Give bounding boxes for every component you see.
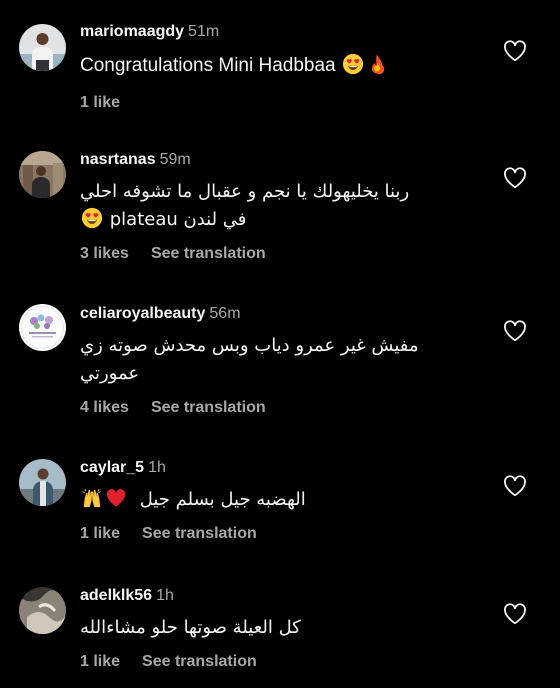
heart-eyes-emoji-icon xyxy=(81,207,103,229)
likes-count-link[interactable]: 3 likes xyxy=(80,245,129,262)
avatar[interactable] xyxy=(19,459,66,506)
comment-actions: 1 like xyxy=(80,93,480,113)
comment-meta: nasrtanas 59m xyxy=(80,150,480,170)
comment-text-line: ربنا يخليهولك يا نجم و عقبال ما تشوفه اح… xyxy=(80,181,410,202)
like-heart-icon[interactable] xyxy=(503,167,527,189)
comment-text-body: Congratulations Mini Hadbbaa xyxy=(80,55,336,76)
username-link[interactable]: caylar_5 xyxy=(80,459,144,476)
username-link[interactable]: nasrtanas xyxy=(80,151,156,168)
avatar[interactable] xyxy=(19,151,66,198)
username-link[interactable]: celiaroyalbeauty xyxy=(80,305,205,322)
username-link[interactable]: adelklk56 xyxy=(80,587,152,604)
comment-timestamp: 1h xyxy=(148,459,166,476)
username-link[interactable]: mariomaagdy xyxy=(80,23,184,40)
comment-text: كل العيلة صوتها حلو مشاءالله xyxy=(80,614,480,642)
likes-count-link[interactable]: 1 like xyxy=(80,525,120,542)
see-translation-link[interactable]: See translation xyxy=(142,653,257,670)
comment-actions: 4 likes See translation xyxy=(80,398,480,418)
comment-text: مفيش غير عمرو دياب وبس محدش صوته زي عمور… xyxy=(80,332,445,388)
comment-text-body: الهضبه جيل بسلم جيل xyxy=(139,489,306,510)
see-translation-link[interactable]: See translation xyxy=(151,399,266,416)
comment-text: الهضبه جيل بسلم جيل xyxy=(80,486,480,514)
see-translation-link[interactable]: See translation xyxy=(151,245,266,262)
avatar[interactable] xyxy=(19,304,66,351)
heart-eyes-emoji-icon xyxy=(342,53,364,75)
comment-text: ربنا يخليهولك يا نجم و عقبال ما تشوفه اح… xyxy=(80,178,440,234)
comment-meta: mariomaagdy 51m xyxy=(80,22,480,42)
comment-text-line: plateau في لندن xyxy=(80,206,440,234)
see-translation-link[interactable]: See translation xyxy=(142,525,257,542)
comment-text-line: عمورتي xyxy=(80,363,140,384)
red-heart-emoji-icon xyxy=(105,487,127,509)
comment-text-line-2: plateau في لندن xyxy=(109,209,247,230)
comment-actions: 1 like See translation xyxy=(80,524,480,544)
comment-timestamp: 1h xyxy=(156,587,174,604)
like-heart-icon[interactable] xyxy=(503,40,527,62)
comment-meta: caylar_5 1h xyxy=(80,458,480,478)
comment-timestamp: 51m xyxy=(188,23,220,40)
comment-actions: 3 likes See translation xyxy=(80,244,480,264)
likes-count-link[interactable]: 4 likes xyxy=(80,399,129,416)
avatar[interactable] xyxy=(19,24,66,71)
fire-emoji-icon xyxy=(366,53,388,75)
like-heart-icon[interactable] xyxy=(503,320,527,342)
comment-text: Congratulations Mini Hadbbaa xyxy=(80,52,480,79)
likes-count-link[interactable]: 1 like xyxy=(80,653,120,670)
comment-meta: celiaroyalbeauty 56m xyxy=(80,304,480,324)
comment-text-body: كل العيلة صوتها حلو مشاءالله xyxy=(80,617,301,638)
comment-timestamp: 59m xyxy=(159,151,191,168)
comment-text-line: مفيش غير عمرو دياب وبس محدش صوته زي xyxy=(80,335,419,356)
raising-hands-emoji-icon xyxy=(81,487,103,509)
likes-count-link[interactable]: 1 like xyxy=(80,94,120,111)
comment-actions: 1 like See translation xyxy=(80,652,480,672)
like-heart-icon[interactable] xyxy=(503,603,527,625)
avatar[interactable] xyxy=(19,587,66,634)
comment-timestamp: 56m xyxy=(209,305,241,322)
like-heart-icon[interactable] xyxy=(503,475,527,497)
comment-meta: adelklk56 1h xyxy=(80,586,480,606)
